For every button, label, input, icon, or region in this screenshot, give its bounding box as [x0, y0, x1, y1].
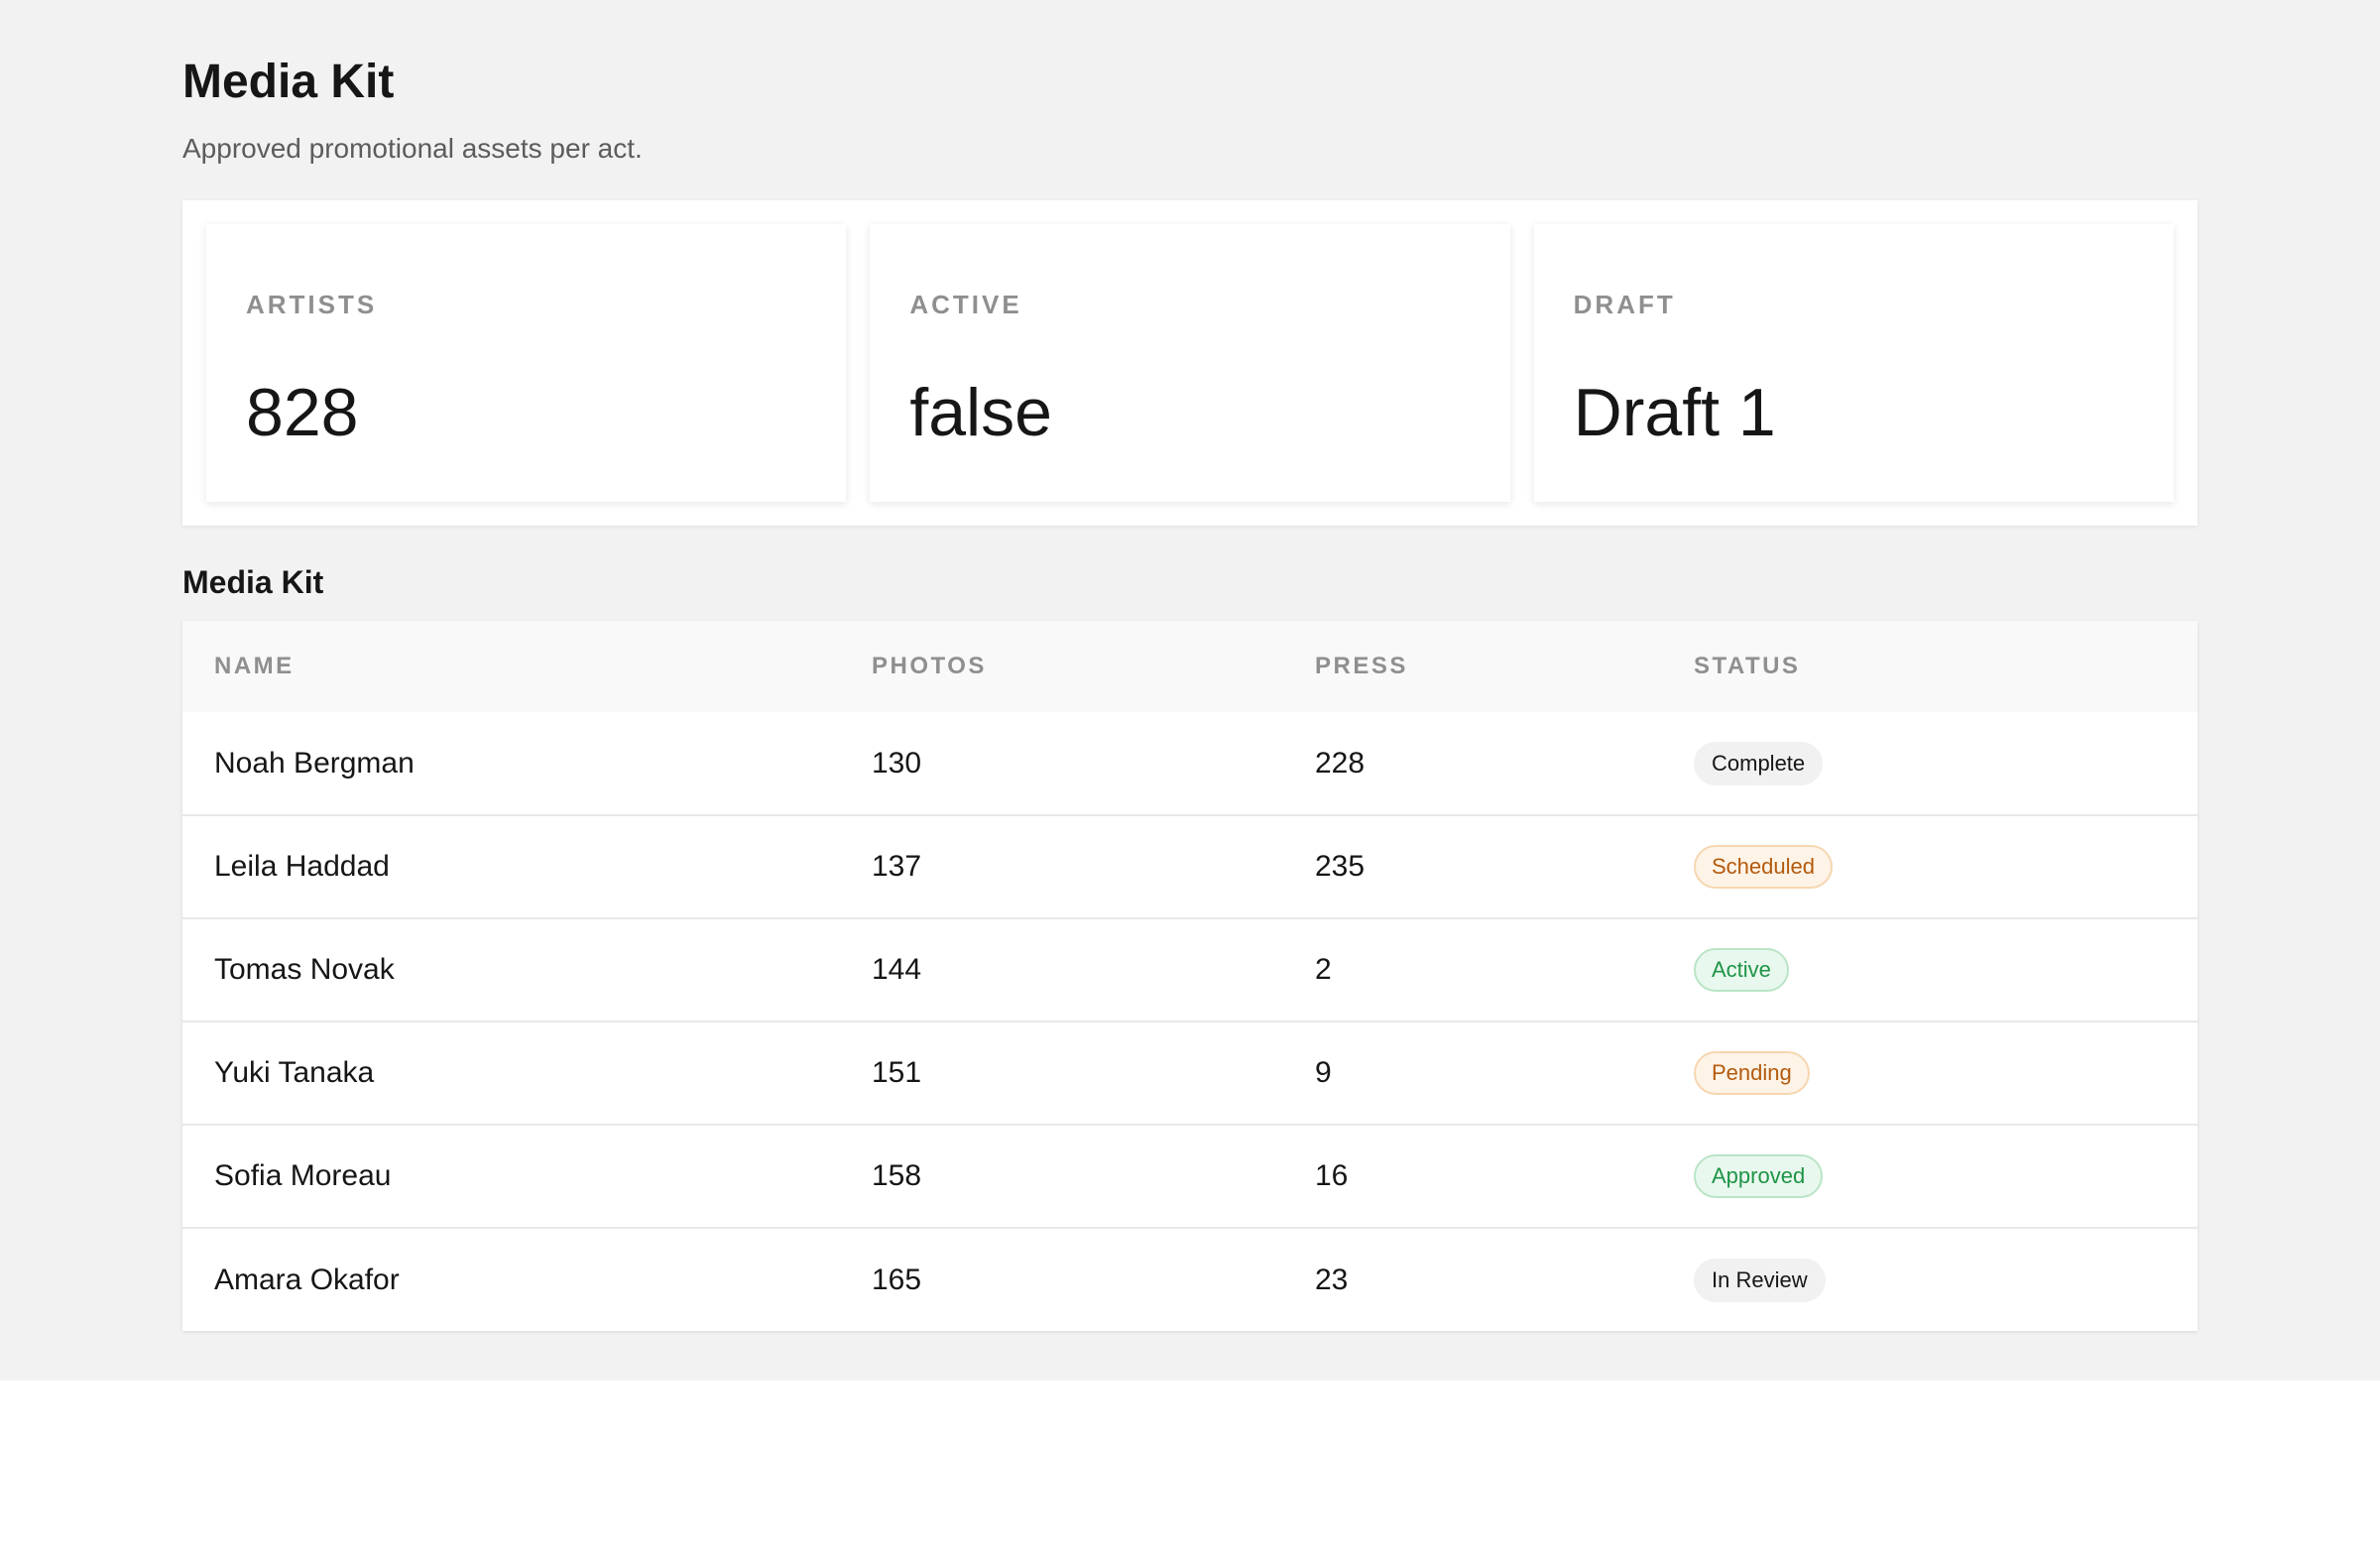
status-badge: Active [1694, 948, 1789, 992]
column-header-photos[interactable]: PHOTOS [840, 621, 1283, 712]
cell-press: 23 [1315, 1262, 1349, 1296]
table-row[interactable]: Yuki Tanaka 151 9 Pending [182, 1022, 2198, 1125]
cell-status: Scheduled [1662, 815, 2198, 918]
cell-name: Tomas Novak [214, 953, 395, 986]
stat-label: DRAFT [1573, 290, 1676, 319]
stat-value: Draft 1 [1573, 375, 1776, 450]
cell-press: 16 [1315, 1159, 1349, 1192]
section-title: Media Kit [182, 564, 324, 600]
cell-status: In Review [1662, 1228, 2198, 1331]
column-header-press[interactable]: PRESS [1283, 621, 1662, 712]
status-badge: Approved [1694, 1154, 1824, 1198]
cell-status: Approved [1662, 1125, 2198, 1228]
cell-press: 228 [1315, 746, 1366, 780]
cell-status: Pending [1662, 1022, 2198, 1125]
column-header-name[interactable]: NAME [182, 621, 840, 712]
column-header-status[interactable]: STATUS [1662, 621, 2198, 712]
status-badge: Complete [1694, 741, 1824, 785]
table-row[interactable]: Sofia Moreau 158 16 Approved [182, 1125, 2198, 1228]
stat-label: ACTIVE [909, 290, 1022, 319]
status-badge: Pending [1694, 1051, 1810, 1095]
cell-photos: 144 [872, 953, 922, 986]
table-row[interactable]: Tomas Novak 144 2 Active [182, 918, 2198, 1022]
page: Media Kit Approved promotional assets pe… [0, 0, 2380, 1381]
status-badge: Scheduled [1694, 845, 1833, 889]
cell-name: Leila Haddad [214, 850, 390, 883]
cell-photos: 137 [872, 850, 922, 883]
stat-label: ARTISTS [246, 290, 378, 319]
table-row[interactable]: Leila Haddad 137 235 Scheduled [182, 815, 2198, 918]
cell-name: Yuki Tanaka [214, 1056, 375, 1089]
stat-card-active: ACTIVE false [870, 224, 1510, 502]
stat-card-draft: DRAFT Draft 1 [1533, 224, 2174, 502]
cell-photos: 165 [872, 1262, 922, 1296]
cell-press: 9 [1315, 1056, 1332, 1089]
cell-name: Sofia Moreau [214, 1159, 392, 1192]
table-row[interactable]: Amara Okafor 165 23 In Review [182, 1228, 2198, 1331]
cell-name: Noah Bergman [214, 746, 415, 780]
cell-photos: 130 [872, 746, 922, 780]
media-kit-table: NAME PHOTOS PRESS STATUS Noah Bergman 13… [182, 621, 2198, 1331]
stats-panel: ARTISTS 828 ACTIVE false DRAFT Draft 1 [182, 200, 2198, 526]
stat-value: 828 [246, 375, 359, 450]
page-subtitle: Approved promotional assets per act. [182, 133, 643, 164]
cell-press: 2 [1315, 953, 1332, 986]
stat-value: false [909, 375, 1052, 450]
status-badge: In Review [1694, 1258, 1826, 1302]
table-row[interactable]: Noah Bergman 130 228 Complete [182, 712, 2198, 815]
cell-photos: 158 [872, 1159, 922, 1192]
cell-press: 235 [1315, 850, 1366, 883]
cell-status: Complete [1662, 712, 2198, 815]
cell-name: Amara Okafor [214, 1262, 400, 1296]
cell-photos: 151 [872, 1056, 922, 1089]
cell-status: Active [1662, 918, 2198, 1022]
table-header-row: NAME PHOTOS PRESS STATUS [182, 621, 2198, 712]
page-title: Media Kit [182, 56, 395, 108]
stat-card-artists: ARTISTS 828 [206, 224, 847, 502]
